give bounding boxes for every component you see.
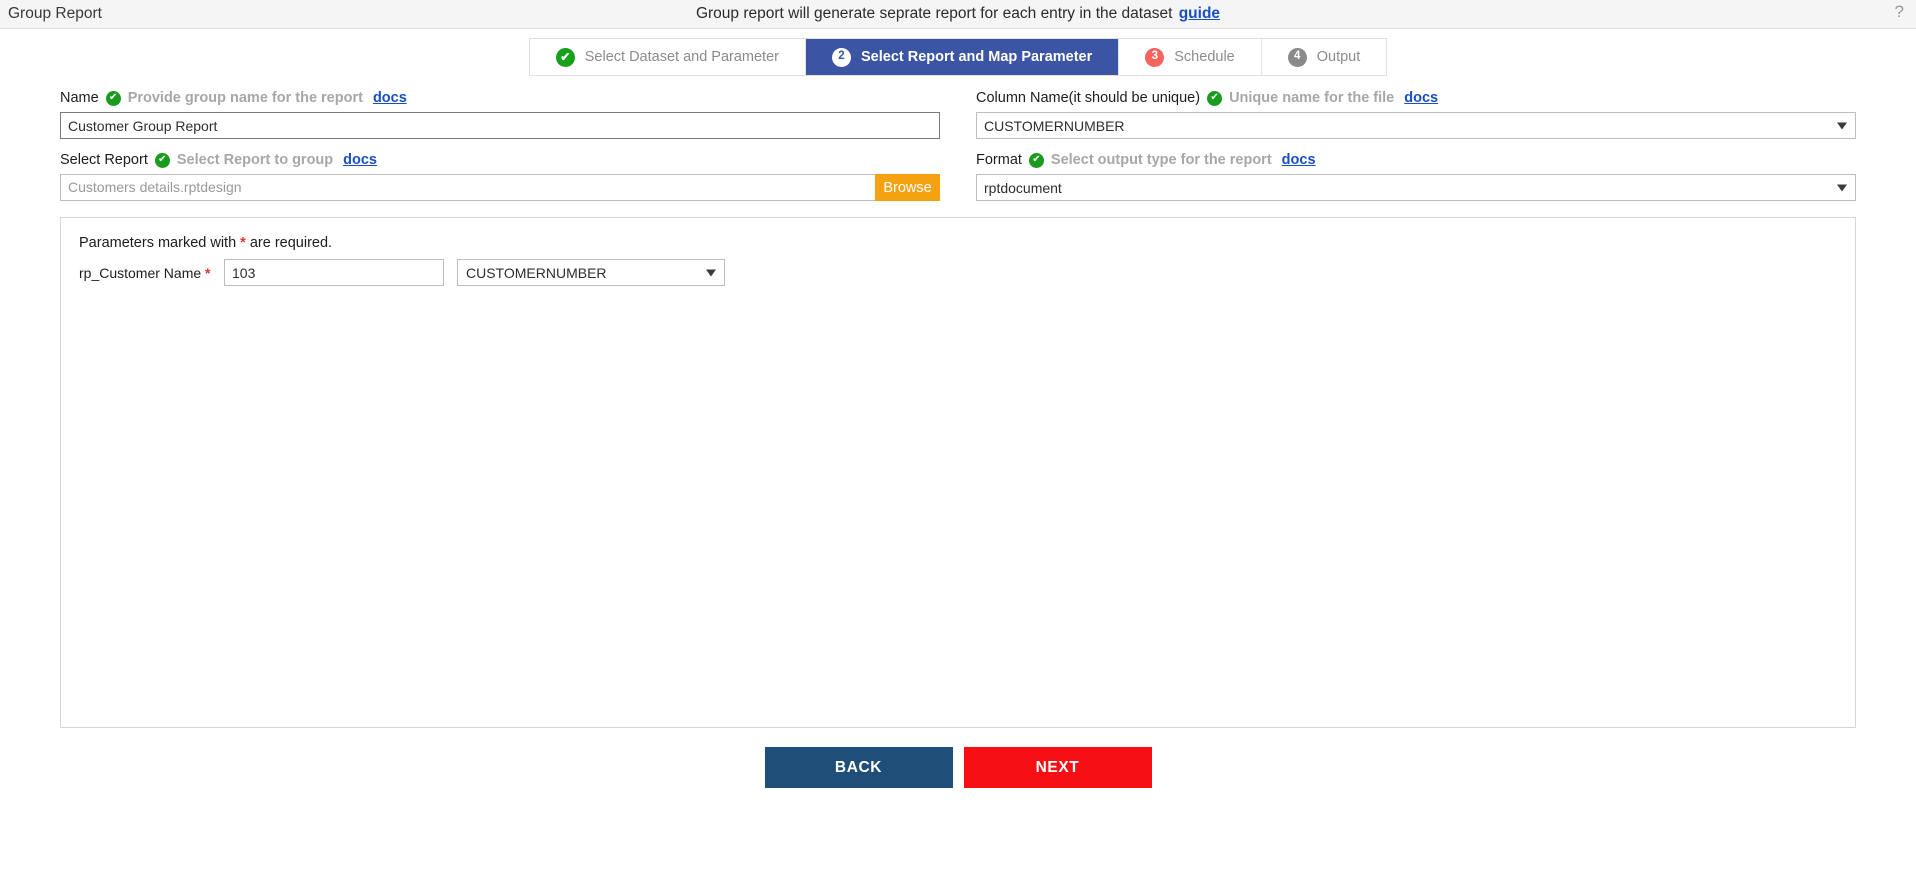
wizard-step-schedule[interactable]: 3 Schedule xyxy=(1119,39,1262,75)
name-field-label: Name ✔ Provide group name for the report… xyxy=(60,90,940,106)
wizard-step-select-dataset-and-parameter[interactable]: ✔ Select Dataset and Parameter xyxy=(529,39,806,75)
guide-link[interactable]: guide xyxy=(1179,5,1220,22)
form-area: Name ✔ Provide group name for the report… xyxy=(0,76,1916,201)
wizard-footer: BACK NEXT xyxy=(0,747,1916,788)
required-asterisk: * xyxy=(240,235,246,251)
wizard-step-4-label: Output xyxy=(1316,49,1361,65)
format-field-label: Format ✔ Select output type for the repo… xyxy=(976,152,1856,168)
name-label-text: Name xyxy=(60,90,99,106)
wizard-step-output[interactable]: 4 Output xyxy=(1261,39,1387,75)
wizard-step-select-report-and-map-parameter[interactable]: 2 Select Report and Map Parameter xyxy=(805,39,1120,75)
column-name-select[interactable]: CUSTOMERNUMBER xyxy=(976,112,1856,139)
top-bar: Group Report Group report will generate … xyxy=(0,0,1916,29)
question-mark-icon[interactable]: ? xyxy=(1895,2,1904,22)
parameters-note-suffix: are required. xyxy=(249,235,333,251)
parameter-row: rp_Customer Name * CUSTOMERNUMBER xyxy=(79,259,1855,286)
check-circle-icon: ✔ xyxy=(555,47,575,67)
parameters-panel: Parameters marked with * are required. r… xyxy=(60,217,1856,728)
select-report-field-label: Select Report ✔ Select Report to group d… xyxy=(60,152,940,168)
parameter-column-mapping-select[interactable]: CUSTOMERNUMBER xyxy=(457,259,725,286)
wizard-step-2-number-badge: 2 xyxy=(831,47,851,67)
wizard-step-1-badge: ✔ xyxy=(560,50,571,64)
next-button[interactable]: NEXT xyxy=(963,747,1152,788)
wizard-steps-container: ✔ Select Dataset and Parameter 2 Select … xyxy=(0,29,1916,76)
parameter-mapped-column-value: CUSTOMERNUMBER xyxy=(466,264,607,281)
column-name-hint: Unique name for the file xyxy=(1229,90,1395,106)
parameter-name-label: rp_Customer Name * xyxy=(79,265,224,281)
format-select[interactable]: rptdocument xyxy=(976,174,1856,201)
column-name-docs-link[interactable]: docs xyxy=(1404,90,1438,106)
format-label-text: Format xyxy=(976,152,1022,168)
format-hint: Select output type for the report xyxy=(1050,152,1272,168)
format-docs-link[interactable]: docs xyxy=(1282,152,1316,168)
report-file-row: Customers details.rptdesign Browse xyxy=(60,174,940,201)
parameters-note-prefix: Parameters marked with xyxy=(79,235,237,251)
chevron-down-icon xyxy=(1837,122,1847,129)
parameters-required-note: Parameters marked with * are required. xyxy=(79,235,1855,251)
app-title: Group Report xyxy=(8,5,102,22)
wizard-step-4-number-badge: 4 xyxy=(1287,47,1307,67)
column-name-field-label: Column Name(it should be unique) ✔ Uniqu… xyxy=(976,90,1856,106)
format-selected-value: rptdocument xyxy=(984,179,1062,196)
parameter-value-input[interactable] xyxy=(224,259,444,286)
column-name-selected-value: CUSTOMERNUMBER xyxy=(984,117,1125,134)
column-name-label-text: Column Name(it should be unique) xyxy=(976,90,1201,106)
name-docs-link[interactable]: docs xyxy=(373,90,407,106)
back-button[interactable]: BACK xyxy=(764,747,953,788)
valid-check-icon: ✔ xyxy=(105,90,121,106)
form-right-column: Column Name(it should be unique) ✔ Uniqu… xyxy=(976,90,1856,201)
valid-check-icon: ✔ xyxy=(154,152,170,168)
select-report-label-text: Select Report xyxy=(60,152,148,168)
wizard-step-3-label: Schedule xyxy=(1174,49,1235,65)
report-file-path-display[interactable]: Customers details.rptdesign xyxy=(60,174,875,201)
form-left-column: Name ✔ Provide group name for the report… xyxy=(60,90,940,201)
select-report-hint: Select Report to group xyxy=(176,152,334,168)
select-report-docs-link[interactable]: docs xyxy=(343,152,377,168)
parameter-name-text: rp_Customer Name xyxy=(79,264,202,281)
wizard-step-2-label: Select Report and Map Parameter xyxy=(860,49,1093,65)
browse-button[interactable]: Browse xyxy=(875,174,940,201)
wizard-step-1-label: Select Dataset and Parameter xyxy=(584,49,779,65)
chevron-down-icon xyxy=(1837,184,1847,191)
required-asterisk: * xyxy=(205,264,211,281)
chevron-down-icon xyxy=(706,269,716,276)
name-hint: Provide group name for the report xyxy=(127,90,363,106)
wizard-steps: ✔ Select Dataset and Parameter 2 Select … xyxy=(528,38,1388,76)
valid-check-icon: ✔ xyxy=(1028,152,1044,168)
header-description: Group report will generate seprate repor… xyxy=(0,5,1916,23)
valid-check-icon: ✔ xyxy=(1207,90,1223,106)
group-name-input[interactable] xyxy=(60,112,940,139)
header-description-text: Group report will generate seprate repor… xyxy=(695,5,1173,22)
wizard-step-3-number-badge: 3 xyxy=(1145,47,1165,67)
